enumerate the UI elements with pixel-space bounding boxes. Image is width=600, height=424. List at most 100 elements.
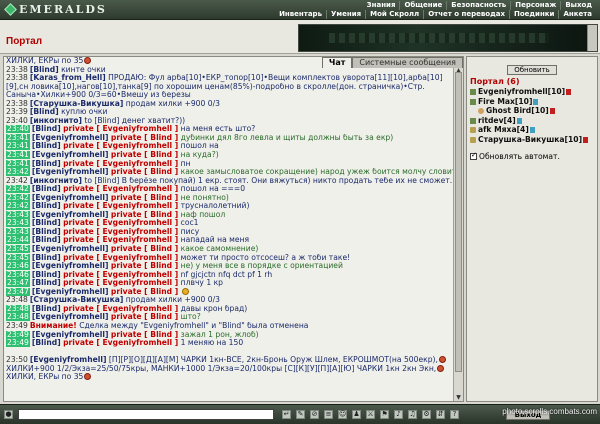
private-recipient[interactable]: private [ Evgeniyfromhell ] — [63, 271, 178, 279]
private-recipient[interactable]: private [ Evgeniyfromhell ] — [63, 202, 178, 210]
fight-icon[interactable]: ⚔ — [366, 410, 375, 419]
message-author[interactable]: [инкогнито] — [30, 117, 82, 125]
user-name[interactable]: Fire Max — [478, 97, 515, 106]
message-author[interactable]: [Blind] — [32, 339, 61, 347]
smiles-icon[interactable]: ☺ — [338, 410, 347, 419]
message-author[interactable]: [Blind] — [32, 254, 61, 262]
private-recipient[interactable]: private [ Evgeniyfromhell ] — [63, 228, 178, 236]
message-author[interactable]: [Blind] — [32, 236, 61, 244]
scroll-thumb[interactable] — [455, 72, 462, 372]
message-author[interactable]: [Blind] — [32, 219, 61, 227]
private-recipient[interactable]: private [ Blind ] — [111, 151, 178, 159]
private-recipient[interactable]: private [ Evgeniyfromhell ] — [63, 339, 178, 347]
user-name[interactable]: ritdev — [478, 116, 504, 125]
private-recipient[interactable]: private [ Blind ] — [111, 313, 178, 321]
tab-chat[interactable]: Чат — [321, 57, 353, 68]
private-recipient[interactable]: private [ Blind ] — [111, 211, 178, 219]
private-recipient[interactable]: private [ Blind ] — [111, 331, 178, 339]
message-author[interactable]: [Evgeniyfromhell] — [32, 245, 109, 253]
message-author[interactable]: [Evgeniyfromhell] — [32, 168, 109, 176]
message-author[interactable]: [Blind] — [32, 228, 61, 236]
user-info-icon[interactable] — [529, 127, 535, 134]
user-list-item[interactable]: Fire Max[10] — [470, 97, 596, 107]
user-info-icon[interactable] — [533, 98, 539, 105]
top-menu-item[interactable]: Отчет о переводах — [423, 10, 509, 19]
user-icon[interactable]: ♟ — [352, 410, 361, 419]
message-author[interactable]: [Evgeniyfromhell] — [32, 331, 109, 339]
user-name[interactable]: Старушка-Викушка — [478, 135, 565, 144]
top-menu-item[interactable]: Безопасность — [446, 1, 510, 10]
sound-icon[interactable]: ♫ — [408, 410, 417, 419]
app-logo[interactable]: EMERALDS — [4, 3, 107, 16]
message-author[interactable]: [Blind] — [32, 202, 61, 210]
user-name[interactable]: Evgeniyfromhell — [478, 87, 548, 96]
message-input[interactable] — [18, 409, 274, 420]
message-author[interactable]: [Старушка-Викушка] — [30, 296, 123, 304]
message-author[interactable]: [Evgeniyfromhell] — [32, 288, 109, 296]
user-name[interactable]: Ghost Bird — [486, 106, 531, 115]
message-author[interactable]: [инкогнито] — [30, 177, 82, 185]
top-menu-item[interactable]: Мой Скролл — [365, 10, 423, 19]
top-menu-item[interactable]: Анкета — [558, 10, 596, 19]
clear-icon[interactable]: ✎ — [296, 410, 305, 419]
help-icon[interactable]: ? — [450, 410, 459, 419]
top-menu-item[interactable]: Общение — [399, 1, 446, 10]
private-recipient[interactable]: private [ Blind ] — [111, 262, 178, 270]
chat-mode-icon[interactable]: ● — [4, 410, 13, 419]
message-author[interactable]: [Blind] — [32, 279, 61, 287]
message-author[interactable]: [Blind] — [32, 125, 61, 133]
filter-icon[interactable]: ⊘ — [310, 410, 319, 419]
private-recipient[interactable]: private [ Evgeniyfromhell ] — [63, 219, 178, 227]
message-author[interactable]: [Evgeniyfromhell] — [32, 134, 109, 142]
user-list-item[interactable]: afk Мяха[4] — [470, 125, 596, 135]
message-author[interactable]: [Blind] — [30, 66, 59, 74]
message-author[interactable]: [Старушка-Викушка] — [30, 100, 123, 108]
banner-scrollbar[interactable] — [587, 25, 597, 51]
message-author[interactable]: [Evgeniyfromhell] — [32, 313, 109, 321]
message-author[interactable]: [Evgeniyfromhell] — [32, 194, 109, 202]
top-menu-item[interactable]: Знания — [363, 1, 400, 10]
private-recipient[interactable]: private [ Evgeniyfromhell ] — [63, 142, 178, 150]
auto-refresh-checkbox[interactable] — [470, 151, 477, 160]
message-author[interactable]: [Evgeniyfromhell] — [32, 211, 109, 219]
tab-system-messages[interactable]: Системные сообщения — [352, 57, 463, 68]
music-icon[interactable]: ♪ — [394, 410, 403, 419]
message-author[interactable]: [Blind] — [32, 185, 61, 193]
user-name[interactable]: afk Мяха — [478, 125, 517, 134]
message-author[interactable]: [Evgeniyfromhell] — [30, 356, 107, 364]
user-list-item[interactable]: Ghost Bird[10] — [470, 106, 596, 116]
top-menu-item[interactable]: Умения — [326, 10, 365, 19]
scroll-down-icon[interactable]: ▼ — [455, 395, 462, 401]
user-info-icon[interactable] — [583, 136, 589, 143]
private-recipient[interactable]: private [ Blind ] — [111, 134, 178, 142]
private-recipient[interactable]: private [ Blind ] — [111, 288, 178, 296]
scroll-lock-icon[interactable]: ⇵ — [436, 410, 445, 419]
private-recipient[interactable]: private [ Blind ] — [111, 194, 178, 202]
user-list-item[interactable]: Evgeniyfromhell[10] — [470, 87, 596, 97]
private-recipient[interactable]: private [ Evgeniyfromhell ] — [63, 305, 178, 313]
message-author[interactable]: [Blind] — [32, 305, 61, 313]
message-author[interactable]: [Blind] — [32, 142, 61, 150]
message-author[interactable]: [Evgeniyfromhell] — [32, 262, 109, 270]
refresh-button[interactable]: Обновить — [507, 65, 557, 75]
clan-icon[interactable]: ⚑ — [380, 410, 389, 419]
user-list-item[interactable]: Старушка-Викушка[10] — [470, 135, 596, 145]
user-info-icon[interactable] — [516, 117, 522, 124]
private-recipient[interactable]: private [ Blind ] — [111, 168, 178, 176]
auto-refresh-toggle[interactable]: Обновлять автомат. — [470, 151, 560, 161]
message-author[interactable]: [Blind] — [32, 271, 61, 279]
user-list-item[interactable]: ritdev[4] — [470, 116, 596, 126]
settings-icon[interactable]: ⚙ — [422, 410, 431, 419]
private-recipient[interactable]: private [ Evgeniyfromhell ] — [63, 279, 178, 287]
send-icon[interactable]: ↵ — [282, 410, 291, 419]
private-recipient[interactable]: private [ Evgeniyfromhell ] — [63, 236, 178, 244]
top-menu-item[interactable]: Инвентарь — [275, 10, 326, 19]
user-info-icon[interactable] — [549, 108, 555, 115]
message-author[interactable]: [Blind] — [30, 108, 59, 116]
translit-icon[interactable]: ≡ — [324, 410, 333, 419]
private-recipient[interactable]: private [ Evgeniyfromhell ] — [63, 254, 178, 262]
private-recipient[interactable]: private [ Evgeniyfromhell ] — [63, 160, 178, 168]
chat-scrollbar[interactable]: ▲ ▼ — [453, 68, 463, 401]
private-recipient[interactable]: private [ Evgeniyfromhell ] — [63, 125, 178, 133]
private-recipient[interactable]: private [ Evgeniyfromhell ] — [63, 185, 178, 193]
